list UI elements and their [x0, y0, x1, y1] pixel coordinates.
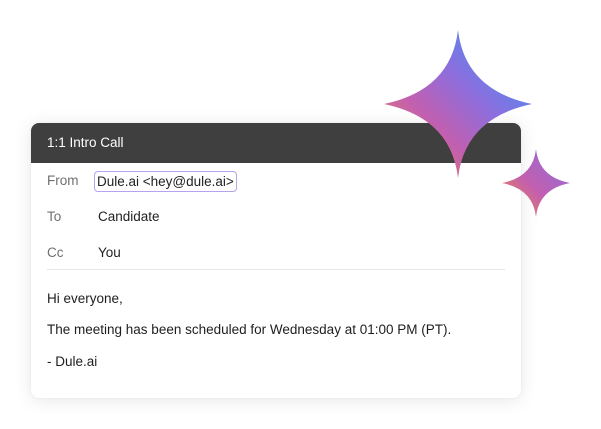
to-value[interactable]: Candidate: [98, 209, 160, 224]
from-value-field[interactable]: Dule.ai <hey@dule.ai>: [94, 171, 237, 192]
body-message: The meeting has been scheduled for Wedne…: [47, 322, 452, 337]
header-divider: [47, 269, 505, 270]
body-greeting: Hi everyone,: [47, 291, 123, 306]
to-label: To: [47, 209, 62, 224]
email-title: 1:1 Intro Call: [47, 135, 124, 150]
from-label: From: [47, 173, 79, 188]
cc-label: Cc: [47, 245, 64, 260]
from-sender-chip[interactable]: Dule.ai <hey@dule.ai>: [94, 171, 237, 192]
cc-value[interactable]: You: [98, 245, 121, 260]
body-signature: - Dule.ai: [47, 354, 98, 369]
sparkle-small-icon: [502, 149, 570, 217]
stage: 1:1 Intro Call From Dule.ai <hey@dule.ai…: [0, 0, 601, 429]
